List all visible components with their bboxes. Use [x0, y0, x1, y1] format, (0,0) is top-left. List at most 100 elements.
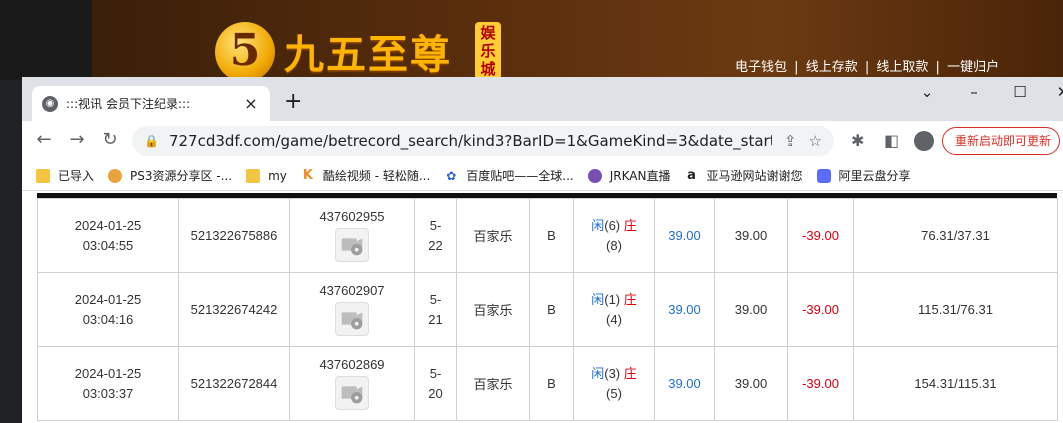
balance: 115.31/76.31 [918, 302, 993, 317]
folder-icon [36, 168, 50, 183]
paw-icon: ✿ [446, 168, 457, 183]
relaunch-update-button[interactable]: 重新启动即可更新 [942, 127, 1060, 155]
back-arrow-icon[interactable]: ← [32, 129, 56, 150]
player-score: (1) [604, 291, 621, 307]
bookmark-label: 阿里云盘分享 [838, 169, 911, 183]
round-cell: 437602869 [289, 346, 415, 421]
url-text[interactable]: 727cd3df.com/game/betrecord_search/kind3… [169, 132, 772, 150]
bet-time: 03:04:16 [82, 311, 134, 327]
bet-amount: 39.00 [668, 302, 701, 317]
bet-time: 03:04:55 [82, 237, 134, 253]
address-bar[interactable]: 🔒 727cd3df.com/game/betrecord_search/kin… [132, 126, 834, 156]
win-loss: -39.00 [802, 376, 839, 391]
bookmark-star-icon[interactable]: ☆ [809, 132, 822, 150]
video-replay-icon[interactable] [335, 302, 369, 336]
nav-one-click[interactable]: 一键归户 [947, 60, 999, 75]
win-loss-cell: -39.00 [787, 198, 854, 273]
win-loss: -39.00 [802, 302, 839, 317]
nav-sep: | [794, 60, 799, 75]
game-type: 百家乐 [473, 229, 513, 244]
close-window-button[interactable]: ✕ [1048, 83, 1063, 101]
bet-date: 2024-01-25 [74, 217, 142, 233]
player-label: 闲 [591, 217, 605, 233]
minimize-button[interactable]: – [959, 83, 989, 101]
round-id: 437602869 [319, 357, 385, 372]
extensions-puzzle-icon[interactable]: ✱ [851, 131, 864, 150]
bookmark-label: my [268, 168, 287, 183]
game-type: 百家乐 [473, 377, 513, 392]
banker-label: 庄 [623, 217, 637, 233]
bookmark-item[interactable]: PS3资源分享区 -... [108, 167, 232, 184]
game-type-cell: 百家乐 [456, 198, 530, 273]
win-loss: -39.00 [802, 228, 839, 243]
balance: 154.31/115.31 [914, 376, 997, 391]
nav-deposit[interactable]: 线上存款 [806, 60, 858, 75]
tab-betrecord[interactable]: ◉ :::视讯 会员下注纪录::: × [32, 86, 270, 121]
bet-time-cell: 2024-01-25 03:04:16 [37, 272, 179, 347]
bookmark-item[interactable]: 已导入 [36, 167, 94, 184]
amazon-icon: a [687, 167, 696, 183]
bet-id: 521322674242 [190, 302, 278, 317]
round-cell: 437602907 [289, 272, 415, 347]
side-panel-icon[interactable]: ◧ [884, 131, 899, 150]
bet-amount-cell: 39.00 [654, 346, 715, 421]
player-score: (3) [604, 365, 621, 381]
result-cell: 闲(6) 庄 (8) [573, 198, 655, 273]
site-logo-text: 九五至尊 [284, 31, 452, 78]
shoe-hand-cell: 5- 20 [414, 346, 457, 421]
bet-date: 2024-01-25 [74, 291, 142, 307]
bet-id: 521322672844 [190, 376, 278, 391]
bet-side-cell: B [529, 272, 574, 347]
shoe-number: 5- [429, 217, 442, 233]
forward-arrow-icon[interactable]: → [65, 129, 89, 150]
bookmark-label: 酷绘视频 - 轻松随... [322, 169, 431, 183]
video-replay-icon[interactable] [335, 376, 369, 410]
bet-time-cell: 2024-01-25 03:03:37 [37, 346, 179, 421]
bet-time-cell: 2024-01-25 03:04:55 [37, 198, 179, 273]
site-logo-icon: 5 [215, 22, 275, 82]
balance-cell: 115.31/76.31 [853, 272, 1058, 347]
maximize-button[interactable]: ☐ [1005, 83, 1035, 101]
new-tab-button[interactable]: + [284, 89, 302, 114]
bet-side-cell: B [529, 198, 574, 273]
bookmark-item[interactable]: my [246, 168, 287, 183]
bookmark-item[interactable]: ✿ 百度贴吧——全球... [444, 167, 573, 184]
banker-score: (8) [606, 237, 622, 253]
bet-time: 03:03:37 [82, 385, 134, 401]
bet-records-table: 2024-01-25 03:04:55 521322675886 43760295… [37, 198, 1058, 421]
aliyun-icon [816, 168, 831, 183]
bookmarks-bar: 已导入 PS3资源分享区 -... my K 酷绘视频 - 轻松随... ✿ 百度贴… [22, 161, 1063, 191]
game-type-cell: 百家乐 [456, 272, 530, 347]
reload-icon[interactable]: ↻ [98, 129, 122, 150]
hand-number: 20 [428, 385, 443, 401]
bookmark-label: 亚马逊网站谢谢您 [706, 169, 803, 183]
bet-date: 2024-01-25 [74, 365, 142, 381]
tab-title: :::视讯 会员下注纪录::: [66, 97, 191, 111]
site-logo-tag-text: 娱乐城 [480, 24, 496, 78]
shoe-number: 5- [429, 365, 442, 381]
bet-amount: 39.00 [668, 376, 701, 391]
bookmark-label: PS3资源分享区 -... [130, 169, 233, 183]
profile-avatar-icon[interactable] [914, 131, 934, 151]
nav-withdraw[interactable]: 线上取款 [876, 60, 928, 75]
valid-bet-cell: 39.00 [714, 198, 788, 273]
shoe-number: 5- [429, 291, 442, 307]
nav-wallet[interactable]: 电子钱包 [735, 60, 787, 75]
bookmark-item[interactable]: JRKAN直播 [587, 167, 670, 184]
video-replay-icon[interactable] [335, 228, 369, 262]
lock-icon[interactable]: 🔒 [144, 134, 159, 148]
tab-strip: ◉ :::视讯 会员下注纪录::: × + ⌄ – ☐ ✕ [22, 77, 1063, 121]
player-label: 闲 [591, 291, 605, 307]
bookmark-item[interactable]: 阿里云盘分享 [816, 167, 911, 184]
share-icon[interactable]: ⇪ [784, 132, 797, 150]
browser-window: ◉ :::视讯 会员下注纪录::: × + ⌄ – ☐ ✕ ← → ↻ 🔒 72… [22, 77, 1063, 423]
tab-search-chevron-icon[interactable]: ⌄ [912, 83, 942, 101]
bookmark-item[interactable]: a 亚马逊网站谢谢您 [684, 167, 802, 184]
round-id: 437602907 [319, 283, 385, 298]
banker-label: 庄 [623, 365, 637, 381]
result-cell: 闲(1) 庄 (4) [573, 272, 655, 347]
banker-score: (4) [606, 311, 622, 327]
bookmark-item[interactable]: K 酷绘视频 - 轻松随... [301, 167, 430, 184]
site-nav: 电子钱包 | 线上存款 | 线上取款 | 一键归户 [735, 56, 1002, 75]
tab-close-icon[interactable]: × [242, 94, 260, 113]
